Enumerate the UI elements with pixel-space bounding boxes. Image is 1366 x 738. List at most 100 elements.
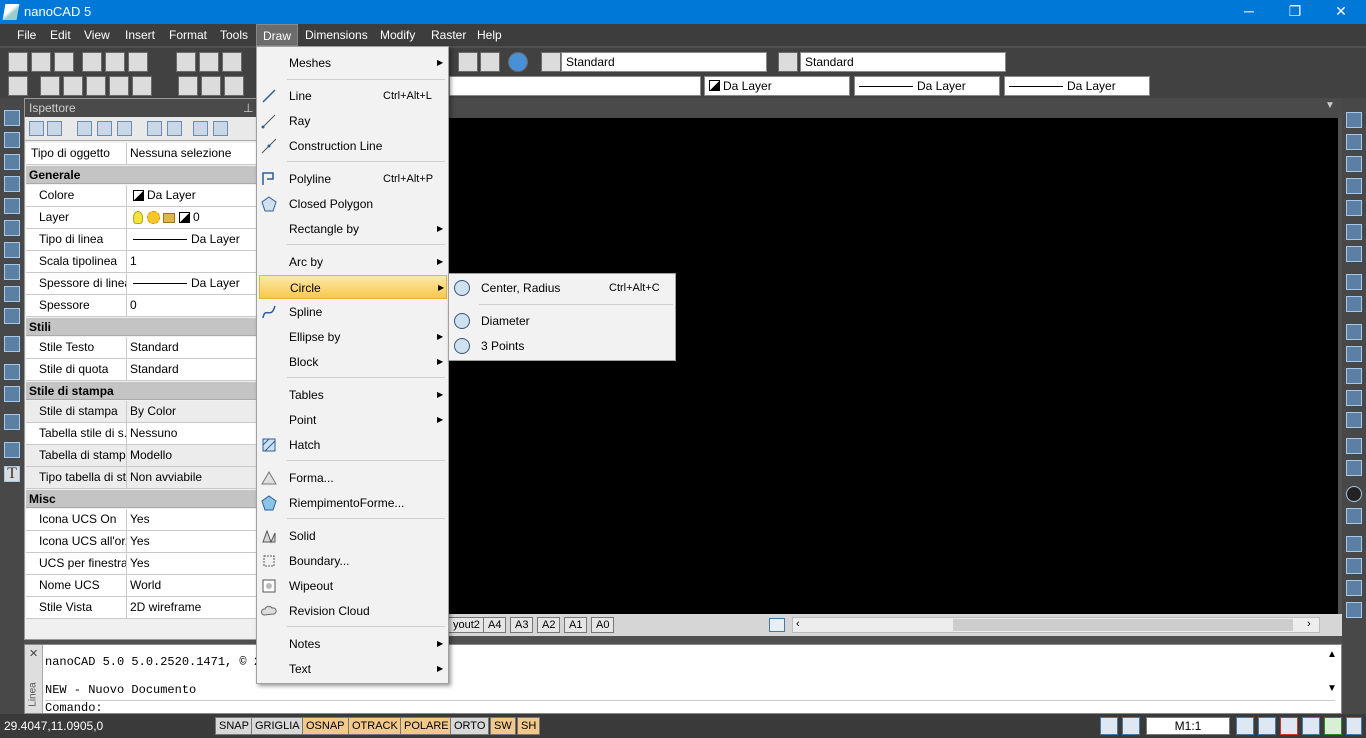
leader-icon[interactable]	[178, 76, 198, 96]
fillet-icon[interactable]	[1346, 438, 1362, 454]
ruler-icon[interactable]	[480, 52, 500, 72]
menu-item-diameter[interactable]: Diameter	[451, 309, 673, 333]
new-file-icon[interactable]	[8, 52, 28, 72]
prop-row-ucs-icon-on[interactable]: Icona UCS On Yes	[26, 509, 257, 531]
text-style-combo[interactable]: Standard	[561, 52, 767, 72]
erase-icon[interactable]	[1346, 112, 1362, 128]
menu-item-solid[interactable]: Solid	[259, 524, 447, 548]
copy-icon[interactable]	[199, 52, 219, 72]
pickadd-icon[interactable]	[29, 121, 44, 136]
menu-draw[interactable]: Draw	[256, 24, 299, 46]
spline-tool-icon[interactable]	[4, 286, 20, 302]
prop-row-print-table-type[interactable]: Tipo tabella di st... Non avviabile	[26, 467, 257, 489]
menu-item-revision-cloud[interactable]: Revision Cloud	[259, 599, 447, 623]
category-misc[interactable]: Misc	[26, 490, 257, 508]
text-style-icon[interactable]	[541, 52, 561, 72]
menu-item-hatch[interactable]: Hatch	[259, 433, 447, 457]
lengthen-icon[interactable]	[1346, 460, 1362, 476]
prop-row-lineweight[interactable]: Spessore di linea Da Layer	[26, 273, 257, 295]
alphabetic-icon[interactable]	[213, 121, 228, 136]
sh-toggle[interactable]: SH	[517, 717, 541, 735]
otrack-toggle[interactable]: OTRACK	[348, 717, 402, 735]
dim-style-combo[interactable]: Standard	[800, 52, 1006, 72]
edit-pline-icon[interactable]	[1346, 508, 1362, 524]
tolerance-icon[interactable]	[201, 76, 221, 96]
line-tool-icon[interactable]	[4, 110, 20, 126]
circle-tool-icon[interactable]	[4, 242, 20, 258]
menu-format[interactable]: Format	[163, 24, 213, 46]
menu-item-notes[interactable]: Notes ▶	[259, 632, 447, 656]
menu-item-forma[interactable]: Forma...	[259, 466, 447, 490]
viewport-icon[interactable]	[1122, 717, 1140, 735]
tab-a1[interactable]: A1	[564, 617, 588, 633]
prop-row-layer[interactable]: Layer 0	[26, 207, 257, 229]
menu-view[interactable]: View	[78, 24, 116, 46]
prop-row-color[interactable]: Colore Da Layer	[26, 185, 257, 207]
rectangle-tool-icon[interactable]	[4, 198, 20, 214]
menu-dimensions[interactable]: Dimensions	[299, 24, 374, 46]
extend-icon[interactable]	[1346, 346, 1362, 362]
tab-a2[interactable]: A2	[537, 617, 561, 633]
menu-item-tables[interactable]: Tables ▶	[259, 383, 447, 407]
polyline-tool-icon[interactable]	[4, 154, 20, 170]
rotate-icon[interactable]	[1346, 246, 1362, 262]
lineweight-combo[interactable]: Da Layer	[1004, 76, 1150, 96]
menu-item-riempimento[interactable]: RiempimentoForme...	[259, 491, 447, 515]
point-tool-icon[interactable]	[4, 414, 20, 430]
sw-toggle[interactable]: SW	[490, 717, 516, 735]
menu-item-boundary[interactable]: Boundary...	[259, 549, 447, 573]
publish-icon[interactable]	[128, 52, 148, 72]
chamfer-icon[interactable]	[1346, 412, 1362, 428]
paste-icon[interactable]	[222, 52, 242, 72]
trim-icon[interactable]	[1346, 324, 1362, 340]
linetype-combo[interactable]: Da Layer	[854, 76, 1000, 96]
select-objects-icon[interactable]	[77, 121, 92, 136]
menu-modify[interactable]: Modify	[374, 24, 421, 46]
menu-item-center-radius[interactable]: Center, Radius Ctrl+Alt+C	[451, 276, 673, 300]
prop-row-ucs-name[interactable]: Nome UCS World	[26, 575, 257, 597]
menu-item-meshes[interactable]: Meshes ▶	[259, 51, 447, 75]
category-print-style[interactable]: Stile di stampa	[26, 382, 257, 400]
scroll-left-icon[interactable]: ‹	[796, 618, 800, 630]
menu-item-block[interactable]: Block ▶	[259, 350, 447, 374]
restore-button[interactable]: ❐	[1272, 0, 1318, 24]
explode-icon[interactable]	[1346, 486, 1362, 502]
ordinate-dim-icon[interactable]	[132, 76, 152, 96]
break-icon[interactable]	[1346, 368, 1362, 384]
annotation-scale[interactable]: M1:1	[1146, 717, 1230, 735]
prop-row-print-table-attached[interactable]: Tabella di stamp... Modello	[26, 445, 257, 467]
scroll-right-icon[interactable]: ›	[1307, 618, 1311, 630]
prop-row-print-style[interactable]: Stile di stampa By Color	[26, 401, 257, 423]
zoom-window-icon[interactable]	[1280, 717, 1298, 735]
menu-item-spline[interactable]: Spline	[259, 300, 447, 324]
menu-item-point[interactable]: Point ▶	[259, 408, 447, 432]
prop-row-ucs-icon-origin[interactable]: Icona UCS all'or... Yes	[26, 531, 257, 553]
center-mark-icon[interactable]	[224, 76, 244, 96]
tab-a4[interactable]: A4	[483, 617, 507, 633]
sort-icon[interactable]	[147, 121, 162, 136]
print-preview-icon[interactable]	[105, 52, 125, 72]
prop-row-print-table[interactable]: Tabella stile di s... Nessuno	[26, 423, 257, 445]
menu-raster[interactable]: Raster	[425, 24, 472, 46]
prop-row-visual-style[interactable]: Stile Vista 2D wireframe	[26, 597, 257, 619]
menu-item-text[interactable]: Text ▶	[259, 657, 447, 681]
save-icon[interactable]	[54, 52, 74, 72]
menu-item-ellipse-by[interactable]: Ellipse by ▶	[259, 325, 447, 349]
horizontal-scrollbar[interactable]: ‹ ›	[792, 617, 1320, 633]
layer-combo[interactable]	[449, 76, 701, 96]
menu-tools[interactable]: Tools	[214, 24, 254, 46]
tab-layout2[interactable]: yout2	[449, 617, 485, 633]
region-icon[interactable]	[1346, 580, 1362, 596]
scroll-thumb[interactable]	[953, 619, 1293, 631]
snap-toggle[interactable]: SNAP	[215, 717, 253, 735]
scale-icon[interactable]	[1346, 274, 1362, 290]
dim-style-icon[interactable]	[778, 52, 798, 72]
menu-item-wipeout[interactable]: Wipeout	[259, 574, 447, 598]
scroll-down-icon[interactable]: ▼	[1327, 683, 1337, 694]
array-icon[interactable]	[1346, 200, 1362, 216]
open-file-icon[interactable]	[31, 52, 51, 72]
stretch-icon[interactable]	[1346, 296, 1362, 312]
join-icon[interactable]	[1346, 390, 1362, 406]
print-icon[interactable]	[82, 52, 102, 72]
single-select-icon[interactable]	[47, 121, 62, 136]
